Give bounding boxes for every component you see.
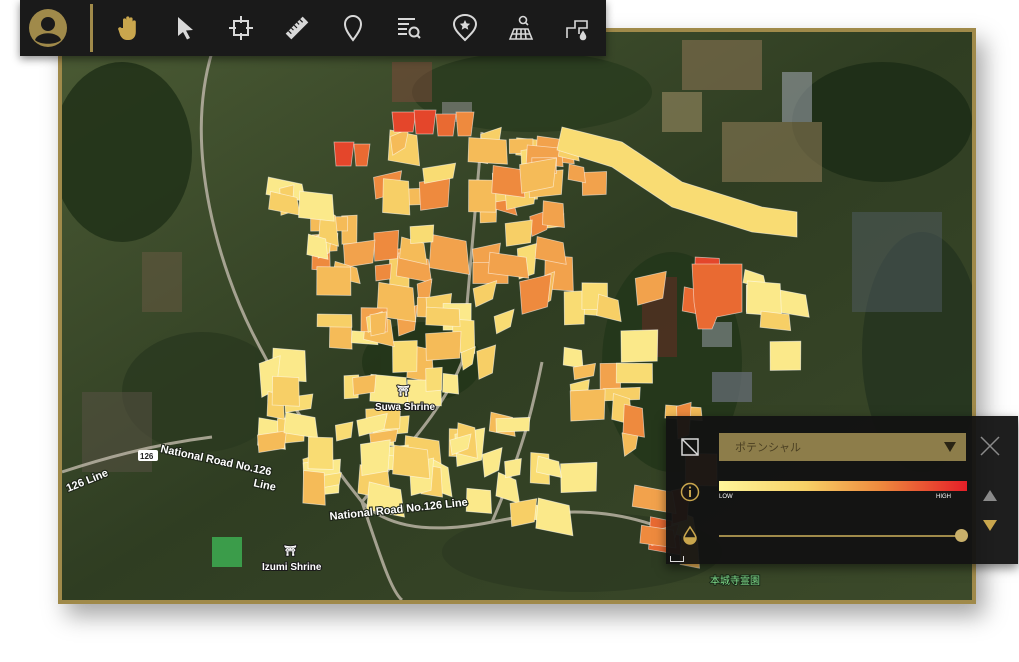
- field-parcel[interactable]: [333, 141, 355, 167]
- field-parcel[interactable]: [413, 109, 437, 135]
- target-tool-button[interactable]: [213, 0, 269, 56]
- legend-high-label: HIGH: [936, 494, 951, 500]
- torii-icon-izumi: ⛩: [284, 544, 297, 557]
- field-parcel[interactable]: [769, 340, 802, 371]
- field-parcel[interactable]: [392, 444, 431, 480]
- field-parcel[interactable]: [504, 458, 522, 479]
- favorite-location-button[interactable]: [437, 0, 493, 56]
- layer-select-dropdown[interactable]: ポテンシャル: [719, 433, 966, 461]
- search-list-icon: [398, 18, 421, 39]
- field-parcel[interactable]: [467, 137, 508, 165]
- field-parcel[interactable]: [369, 311, 387, 337]
- field-parcel[interactable]: [562, 346, 584, 369]
- scale-bar: [670, 556, 684, 562]
- route-badge-text: 126: [140, 452, 154, 461]
- move-layer-down-button[interactable]: [983, 520, 997, 531]
- potential-legend-gradient: [719, 481, 967, 491]
- field-search-icon: [508, 15, 534, 40]
- field-parcel[interactable]: [425, 366, 443, 392]
- search-list-button[interactable]: [381, 0, 437, 56]
- field-parcel[interactable]: [391, 111, 417, 133]
- field-parcel[interactable]: [298, 190, 335, 222]
- field-parcel[interactable]: [468, 179, 497, 213]
- field-parcel[interactable]: [759, 310, 792, 332]
- izumi-shrine-label: Izumi Shrine: [262, 562, 322, 573]
- main-toolbar: [20, 0, 606, 56]
- opacity-slider-track[interactable]: [719, 535, 961, 537]
- measure-tool-button[interactable]: [269, 0, 325, 56]
- opacity-drop-icon: [683, 525, 697, 545]
- chevron-down-icon: [944, 442, 956, 452]
- select-tool-button[interactable]: [157, 0, 213, 56]
- field-parcel[interactable]: [455, 111, 475, 137]
- hand-icon: [118, 16, 136, 40]
- toolbar-divider: [90, 4, 93, 52]
- field-parcel[interactable]: [425, 330, 462, 361]
- field-parcel[interactable]: [745, 280, 782, 317]
- field-parcel[interactable]: [360, 439, 391, 477]
- ruler-icon: [285, 16, 309, 40]
- close-icon[interactable]: [979, 435, 1001, 457]
- move-layer-up-button[interactable]: [983, 490, 997, 501]
- info-icon[interactable]: [680, 482, 700, 502]
- legend-low-label: LOW: [719, 494, 733, 500]
- cursor-arrow-icon: [178, 17, 193, 40]
- field-parcel[interactable]: [569, 388, 606, 422]
- field-parcel[interactable]: [495, 416, 531, 433]
- field-parcel[interactable]: [622, 403, 645, 438]
- field-parcel[interactable]: [442, 372, 460, 395]
- field-parcel[interactable]: [353, 143, 371, 167]
- field-parcel[interactable]: [374, 263, 392, 282]
- layer-toggle-icon[interactable]: [680, 437, 700, 457]
- field-parcel[interactable]: [620, 329, 659, 363]
- field-parcel[interactable]: [418, 177, 451, 211]
- field-parcel[interactable]: [352, 374, 377, 396]
- field-parcel[interactable]: [567, 163, 586, 184]
- pin-tool-button[interactable]: [325, 0, 381, 56]
- water-tool-button[interactable]: [549, 0, 605, 56]
- crosshair-icon: [229, 16, 253, 40]
- field-parcel[interactable]: [615, 362, 653, 384]
- opacity-slider-thumb[interactable]: [955, 529, 968, 542]
- suwa-shrine-label: Suwa Shrine: [375, 402, 435, 413]
- field-parcel[interactable]: [541, 200, 565, 228]
- field-parcel[interactable]: [560, 461, 598, 494]
- favorite-pin-icon: [452, 14, 478, 42]
- field-parcel[interactable]: [342, 239, 376, 268]
- app-stage: Suwa Shrine Izumi Shrine ⛩ ⛩ National Ro…: [0, 0, 1019, 662]
- layer-control-panel: ポテンシャル LOW HIGH: [666, 416, 1018, 564]
- field-parcel[interactable]: [428, 233, 470, 275]
- field-parcel[interactable]: [373, 229, 400, 262]
- field-parcel[interactable]: [409, 224, 435, 245]
- field-parcel[interactable]: [316, 313, 353, 328]
- field-parcel[interactable]: [307, 436, 334, 470]
- water-pipe-icon: [566, 20, 588, 41]
- user-avatar-button[interactable]: [20, 0, 76, 56]
- field-parcel[interactable]: [392, 340, 418, 373]
- field-parcel[interactable]: [465, 487, 493, 514]
- field-parcel[interactable]: [509, 498, 538, 528]
- user-avatar-icon: [29, 9, 67, 47]
- park-label: 本城寺霊園: [710, 574, 760, 587]
- pan-tool-button[interactable]: [101, 0, 157, 56]
- field-parcel[interactable]: [382, 178, 411, 216]
- torii-icon-suwa: ⛩: [397, 384, 410, 397]
- field-parcel[interactable]: [425, 306, 461, 328]
- field-parcel[interactable]: [302, 470, 326, 506]
- layer-select-value: ポテンシャル: [735, 442, 801, 454]
- map-pin-icon: [343, 15, 363, 42]
- field-parcel[interactable]: [504, 219, 533, 247]
- field-parcel[interactable]: [581, 171, 608, 196]
- field-parcel[interactable]: [316, 266, 352, 296]
- field-parcel[interactable]: [435, 113, 457, 137]
- field-search-button[interactable]: [493, 0, 549, 56]
- field-parcel[interactable]: [271, 375, 300, 407]
